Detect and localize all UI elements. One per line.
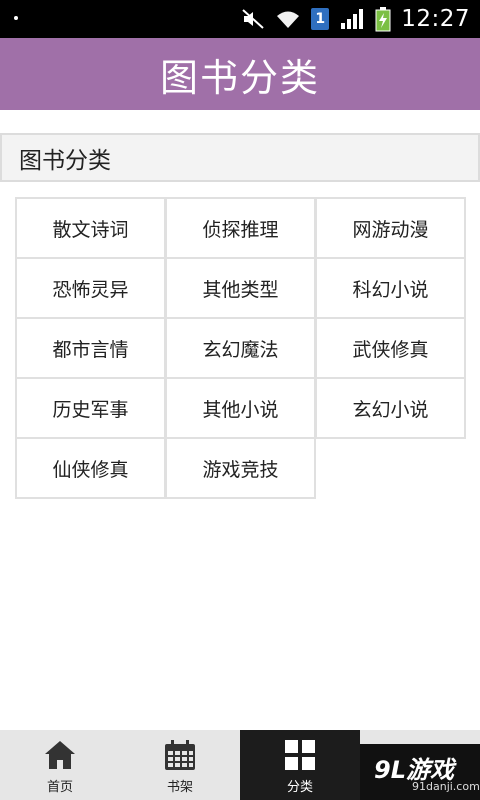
category-item[interactable]: 玄幻小说 — [315, 377, 466, 439]
tab-category-label: 分类 — [286, 780, 313, 795]
category-item[interactable]: 网游动漫 — [315, 197, 466, 259]
sim-icon: 1 — [311, 8, 330, 30]
category-item[interactable]: 游戏竞技 — [165, 437, 316, 499]
grid-icon — [285, 740, 315, 770]
category-item[interactable]: 其他小说 — [165, 377, 316, 439]
home-icon — [45, 741, 75, 769]
category-item[interactable]: 都市言情 — [15, 317, 166, 379]
notification-dot-icon — [14, 16, 18, 20]
category-item[interactable]: 仙侠修真 — [15, 437, 166, 499]
signal-icon — [341, 9, 364, 29]
category-item[interactable]: 侦探推理 — [165, 197, 316, 259]
watermark-logo: 9L游戏 91danji.com — [360, 744, 480, 800]
status-bar: 1 12:27 — [0, 0, 480, 38]
mute-icon — [242, 9, 264, 29]
title-bar: 图书分类 — [0, 38, 480, 110]
category-item[interactable]: 历史军事 — [15, 377, 166, 439]
section-header: 图书分类 — [0, 133, 480, 182]
calendar-icon — [165, 740, 195, 770]
category-item[interactable]: 恐怖灵异 — [15, 257, 166, 319]
category-item[interactable]: 科幻小说 — [315, 257, 466, 319]
section-title: 图书分类 — [19, 147, 111, 174]
tab-home[interactable]: 首页 — [0, 730, 120, 800]
category-item[interactable]: 武侠修真 — [315, 317, 466, 379]
category-item[interactable]: 其他类型 — [165, 257, 316, 319]
tab-bookshelf[interactable]: 书架 — [120, 730, 240, 800]
wifi-icon — [277, 11, 300, 28]
watermark-url: 91danji.com — [412, 780, 480, 793]
tab-category[interactable]: 分类 — [240, 730, 360, 800]
battery-charging-icon — [375, 7, 391, 32]
tab-home-label: 首页 — [46, 780, 73, 795]
category-item[interactable]: 玄幻魔法 — [165, 317, 316, 379]
status-icons: 1 12:27 — [241, 3, 470, 35]
page-title: 图书分类 — [159, 55, 320, 100]
category-item[interactable]: 散文诗词 — [15, 197, 166, 259]
tab-bookshelf-label: 书架 — [166, 780, 193, 795]
clock: 12:27 — [401, 6, 470, 32]
